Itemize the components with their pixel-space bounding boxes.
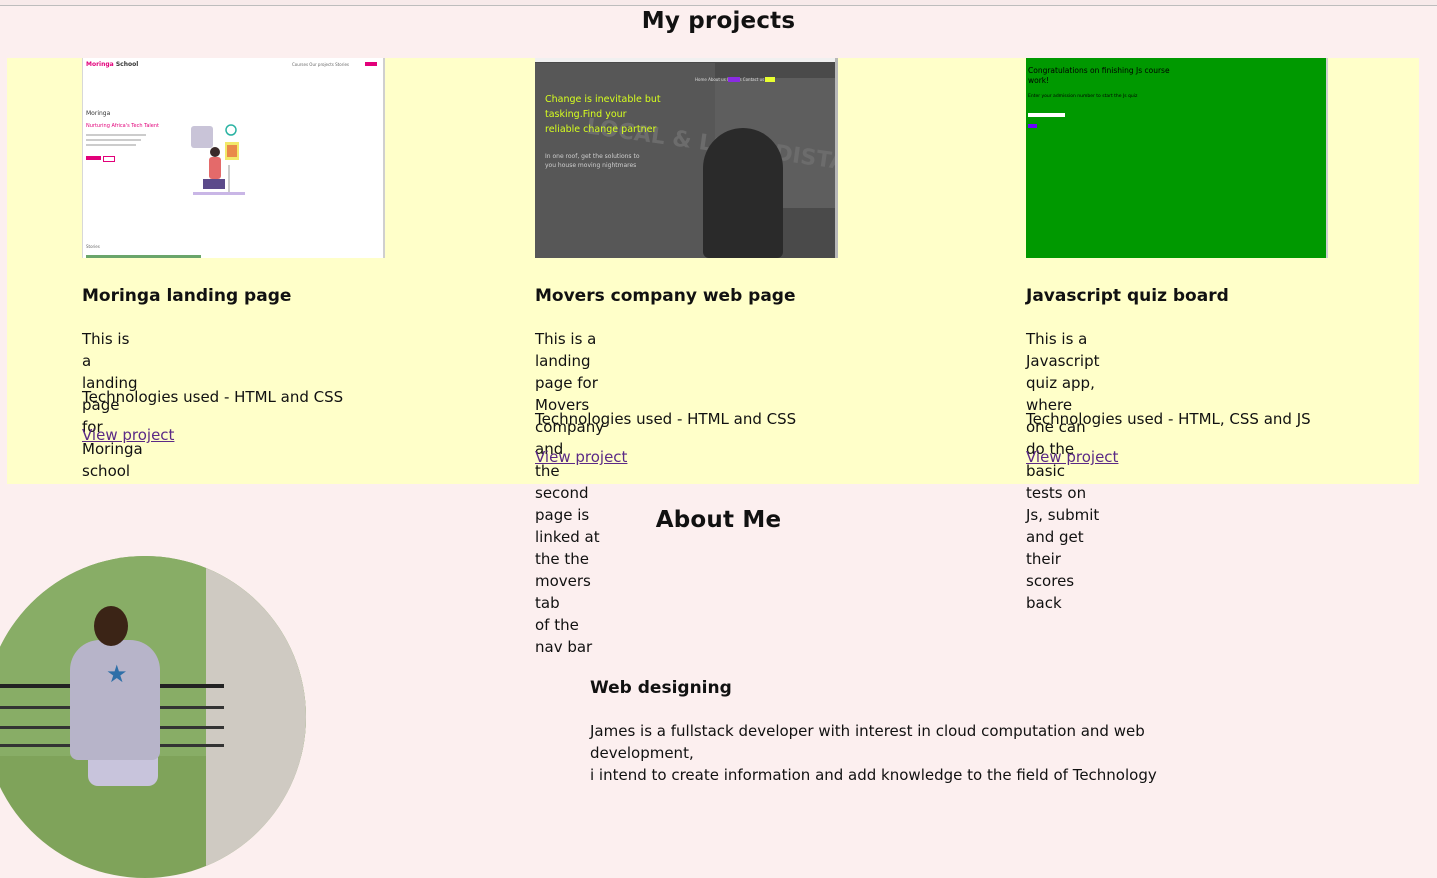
preview-nav-button — [765, 77, 775, 82]
photo-person-head — [94, 606, 128, 646]
preview-footer-text: Stories — [86, 244, 100, 249]
view-project-link[interactable]: View project — [535, 448, 627, 466]
preview-subheading: Nurturing Africa's Tech Talent — [86, 123, 159, 129]
preview-brand: Moringa School — [86, 61, 139, 68]
project-description: This is a landing page for Movers compan… — [535, 330, 605, 656]
project-technologies: Technologies used - HTML, CSS and JS — [1026, 410, 1311, 428]
photo-wall — [206, 556, 306, 878]
photo-person-body — [70, 640, 160, 760]
project-description: This is a Javascript quiz app, where one… — [1026, 330, 1100, 612]
browser-top-edge — [0, 0, 1437, 6]
project-title: Javascript quiz board — [1026, 286, 1229, 306]
projects-section: Moringa School Courses Our projects Stor… — [7, 58, 1419, 656]
preview-nav-highlight — [728, 77, 740, 82]
preview-instruction-text: Enter your admission number to start the… — [1028, 94, 1138, 99]
preview-input — [1028, 113, 1065, 117]
project-technologies: Technologies used - HTML and CSS — [535, 410, 797, 428]
preview-text-line — [86, 134, 146, 136]
preview-heading: Moringa — [86, 110, 111, 117]
projects-section-title: My projects — [641, 8, 796, 34]
project-preview-image-movers[interactable]: LOCAL & LONG DISTANCE Home About us Move… — [535, 58, 838, 258]
preview-text-line — [86, 144, 136, 146]
preview-button — [1028, 124, 1037, 128]
illustration-icon — [191, 124, 245, 195]
preview-congrats-text: Congratulations on finishing Js course w… — [1028, 66, 1170, 85]
view-project-link[interactable]: View project — [82, 426, 174, 444]
preview-hero-subtext: In one roof, get the solutions to you ho… — [545, 153, 640, 169]
about-section-title: About Me — [655, 507, 782, 533]
preview-hero-text: Change is inevitable but tasking.Find yo… — [545, 94, 661, 135]
preview-top-bar — [535, 58, 835, 62]
preview-image-strip — [86, 255, 201, 258]
about-heading: Web designing — [590, 678, 732, 698]
preview-nav: Courses Our projects Stories — [291, 62, 349, 67]
star-icon: ★ — [106, 660, 128, 688]
project-technologies: Technologies used - HTML and CSS — [82, 388, 344, 406]
preview-nav-button — [365, 62, 377, 66]
about-paragraph: James is a fullstack developer with inte… — [590, 722, 1157, 784]
project-preview-image-moringa[interactable]: Moringa School Courses Our projects Stor… — [82, 58, 385, 258]
preview-button — [86, 156, 101, 160]
project-preview-image-js-quiz[interactable]: Congratulations on finishing Js course w… — [1026, 58, 1328, 258]
view-project-link[interactable]: View project — [1026, 448, 1118, 466]
preview-text-line — [86, 139, 141, 141]
project-title: Moringa landing page — [82, 286, 292, 306]
project-title: Movers company web page — [535, 286, 796, 306]
profile-photo: ★ — [0, 556, 306, 878]
preview-button — [103, 156, 115, 162]
preview-person — [703, 128, 783, 258]
